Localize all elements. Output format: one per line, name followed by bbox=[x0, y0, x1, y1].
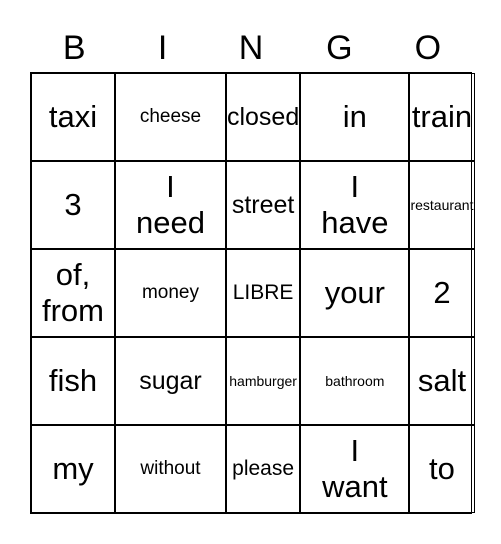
bingo-cell[interactable]: hamburger bbox=[225, 337, 301, 425]
bingo-header: B I N G O bbox=[30, 22, 472, 74]
bingo-cell[interactable]: LIBRE bbox=[225, 249, 301, 337]
bingo-cell[interactable]: without bbox=[115, 425, 226, 513]
bingo-cell[interactable]: 2 bbox=[409, 249, 475, 337]
header-letter-n: N bbox=[238, 29, 264, 67]
bingo-cell[interactable]: my bbox=[31, 425, 115, 513]
bingo-cell[interactable]: street bbox=[225, 161, 301, 249]
bingo-cell[interactable]: fish bbox=[31, 337, 115, 425]
bingo-cell[interactable]: cheese bbox=[115, 73, 226, 161]
bingo-cell[interactable]: your bbox=[300, 249, 410, 337]
header-letter-b: B bbox=[62, 29, 86, 67]
bingo-cell[interactable]: closed bbox=[225, 73, 301, 161]
header-letter-g: G bbox=[326, 29, 353, 67]
bingo-cell[interactable]: bathroom bbox=[300, 337, 410, 425]
bingo-cell[interactable]: to bbox=[409, 425, 475, 513]
bingo-cell[interactable]: please bbox=[225, 425, 301, 513]
header-letter-i: I bbox=[157, 29, 168, 67]
bingo-cell[interactable]: restaurant bbox=[409, 161, 475, 249]
header-letter-o: O bbox=[414, 29, 442, 67]
bingo-cell[interactable]: sugar bbox=[115, 337, 226, 425]
bingo-cell[interactable]: taxi bbox=[31, 73, 115, 161]
bingo-cell[interactable]: salt bbox=[409, 337, 475, 425]
bingo-cell[interactable]: in bbox=[300, 73, 410, 161]
bingo-cell[interactable]: 3 bbox=[31, 161, 115, 249]
bingo-cell[interactable]: I want bbox=[300, 425, 410, 513]
bingo-grid: taxi cheese closed in train 3 I need str… bbox=[30, 72, 475, 514]
bingo-cell[interactable]: I have bbox=[300, 161, 410, 249]
bingo-cell[interactable]: money bbox=[115, 249, 226, 337]
bingo-cell[interactable]: of, from bbox=[31, 249, 115, 337]
bingo-cell[interactable]: I need bbox=[115, 161, 226, 249]
bingo-cell[interactable]: train bbox=[409, 73, 475, 161]
